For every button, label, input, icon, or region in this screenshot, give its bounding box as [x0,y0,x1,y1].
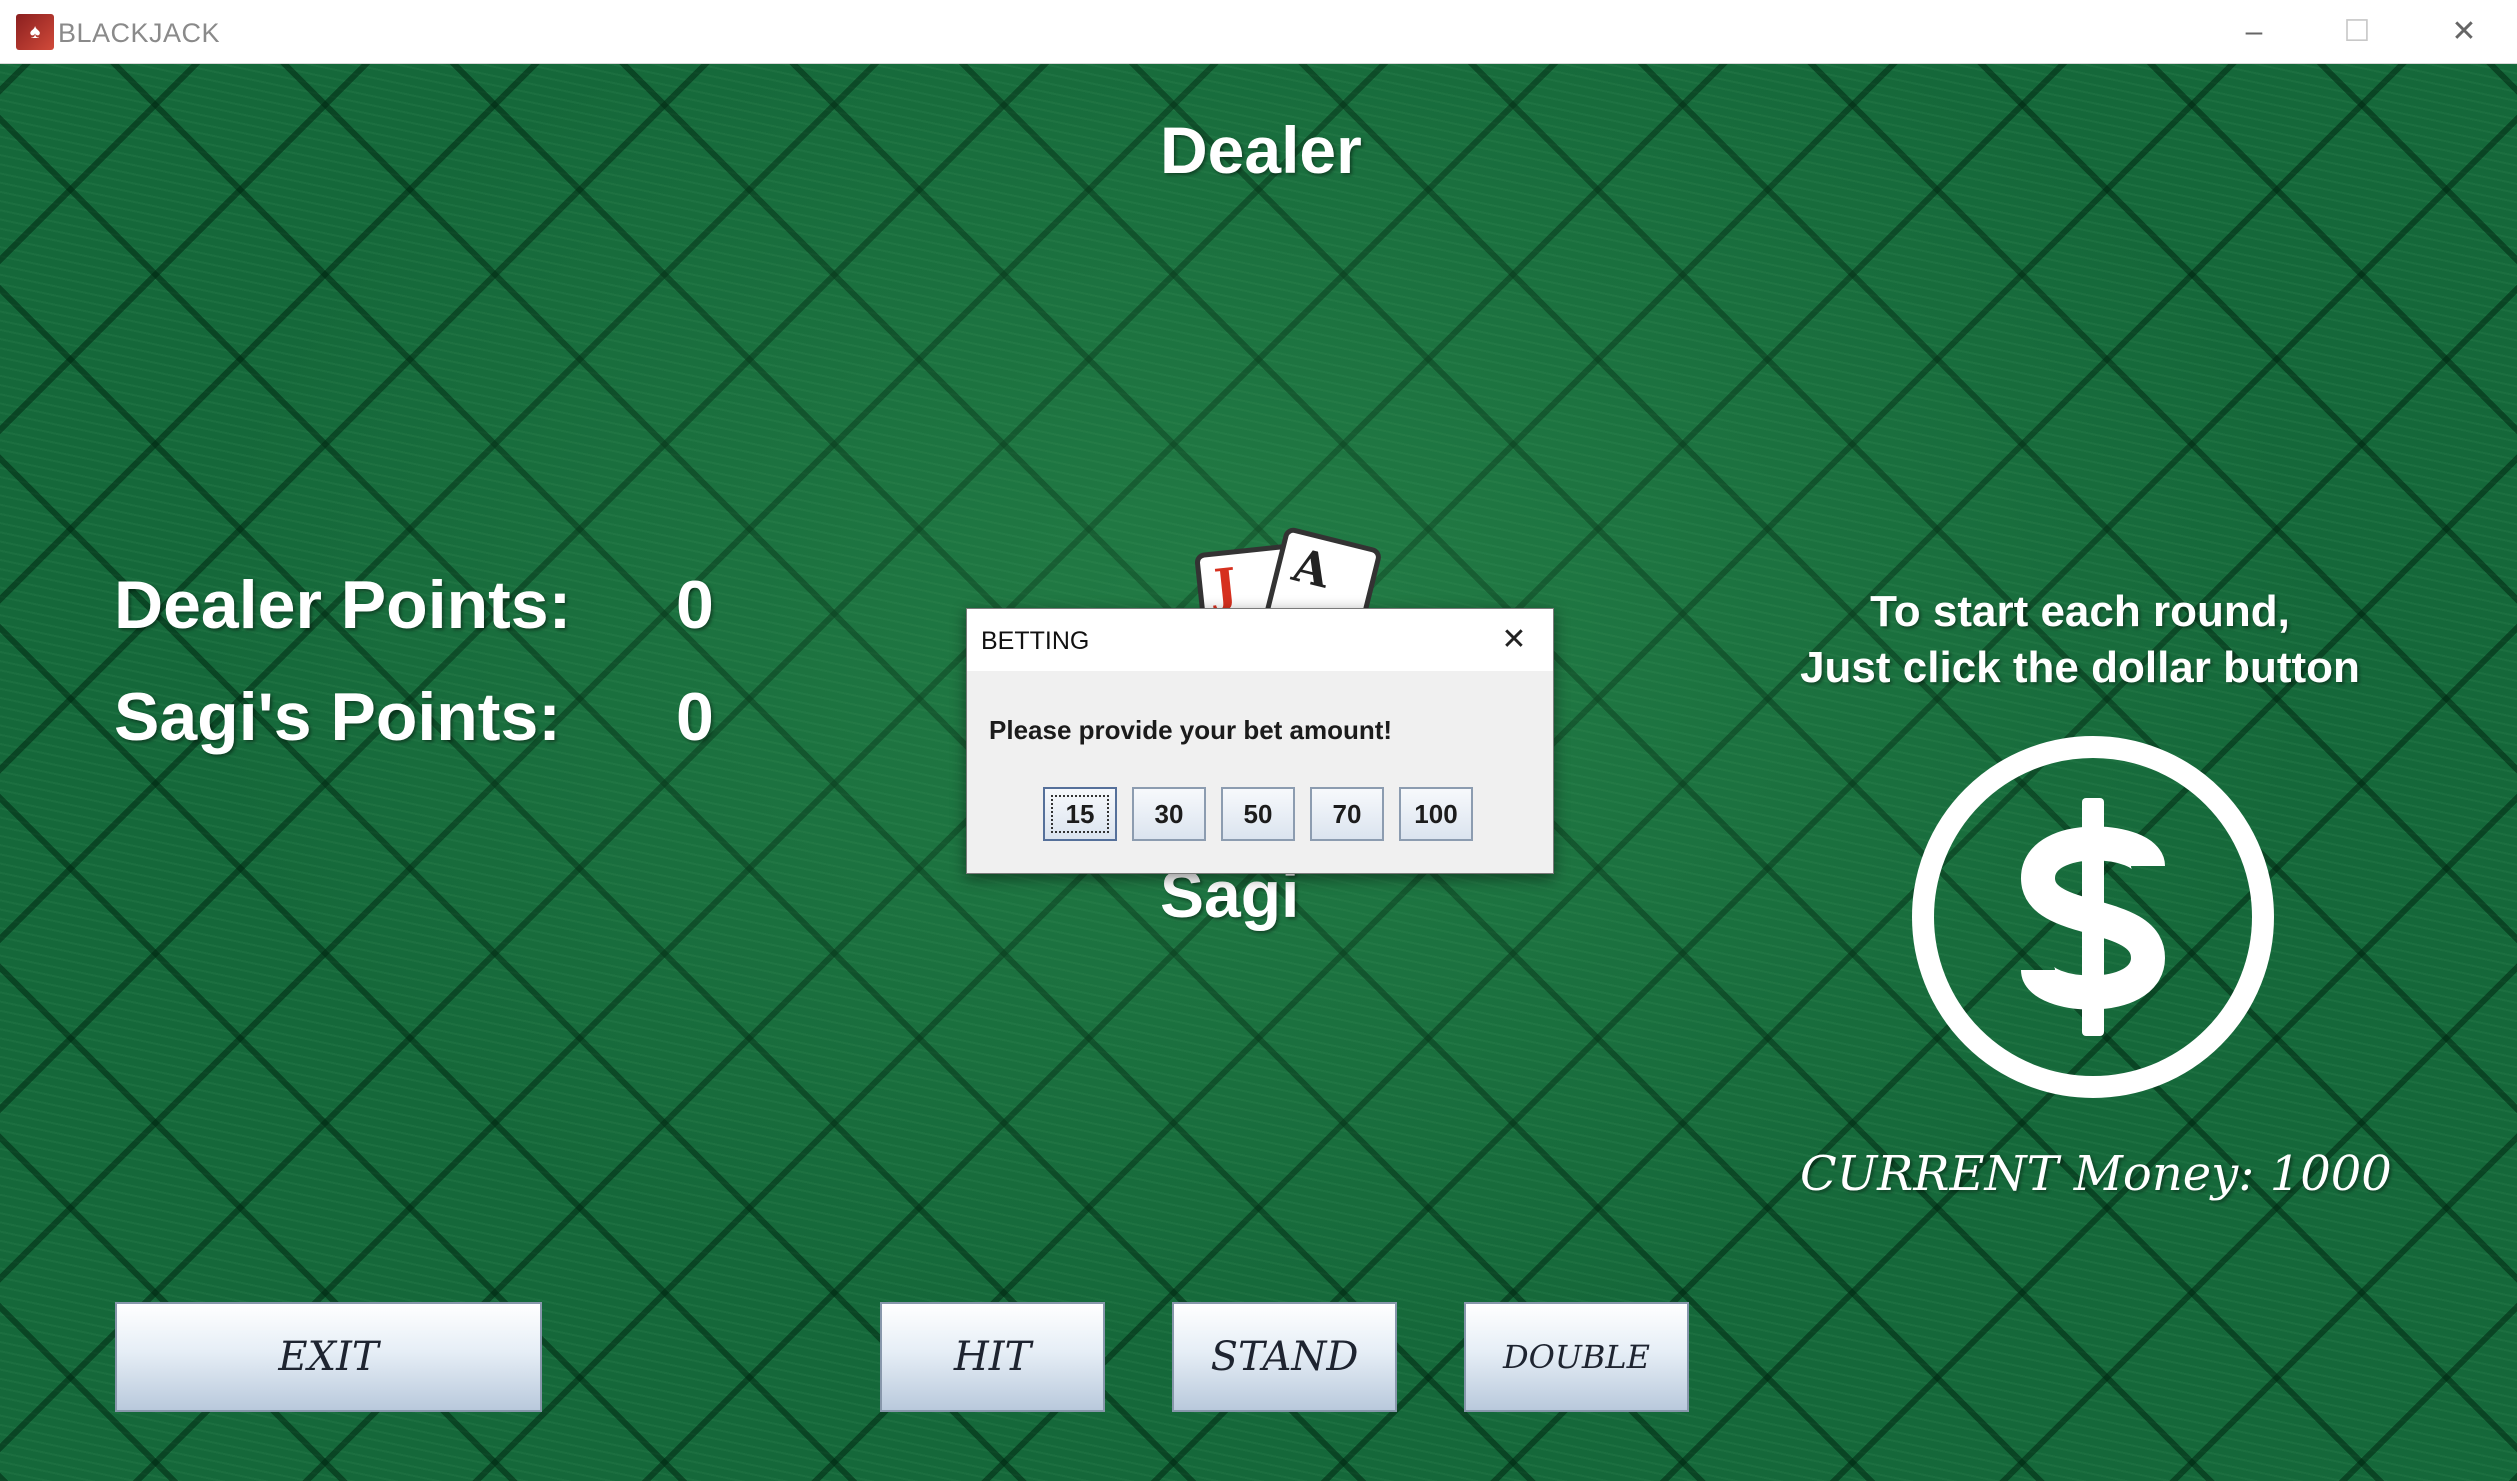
start-round-hint: To start each round, Just click the doll… [1760,584,2400,696]
window-title: BLACKJACK [58,18,221,48]
window-titlebar: ♠ BLACKJACK – ☐ ✕ [0,0,2517,64]
dollar-button[interactable] [1912,736,2274,1098]
dialog-message: Please provide your bet amount! [989,715,1393,745]
minimize-button[interactable]: – [2230,8,2278,56]
current-money: CURRENT Money: 1000 [1800,1146,2392,1202]
app-card-icon: ♠ [16,14,54,50]
close-window-button[interactable]: ✕ [2440,8,2488,56]
hint-line-1: To start each round, [1870,587,2290,636]
bet-button-70[interactable]: 70 [1310,787,1384,841]
bet-button-50[interactable]: 50 [1221,787,1295,841]
dialog-close-button[interactable]: ✕ [1493,619,1535,661]
player-points-value: 0 [676,679,714,755]
maximize-button[interactable]: ☐ [2333,8,2381,56]
dealer-points-value: 0 [676,567,714,643]
dealer-points-label: Dealer Points: [114,567,572,643]
stand-button[interactable]: STAND [1172,1302,1397,1412]
double-button[interactable]: DOUBLE [1464,1302,1689,1412]
hint-line-2: Just click the dollar button [1800,643,2360,692]
bet-button-30[interactable]: 30 [1132,787,1206,841]
betting-dialog: BETTING ✕ Please provide your bet amount… [966,608,1554,874]
dialog-title: BETTING [981,627,1090,655]
hit-button[interactable]: HIT [880,1302,1105,1412]
dialog-titlebar: BETTING ✕ [967,609,1553,671]
bet-button-100[interactable]: 100 [1399,787,1473,841]
exit-button[interactable]: EXIT [115,1302,542,1412]
player-points-label: Sagi's Points: [114,679,561,755]
bet-button-15[interactable]: 15 [1043,787,1117,841]
dealer-heading: Dealer [1160,113,1362,187]
dollar-icon [2020,798,2166,1036]
